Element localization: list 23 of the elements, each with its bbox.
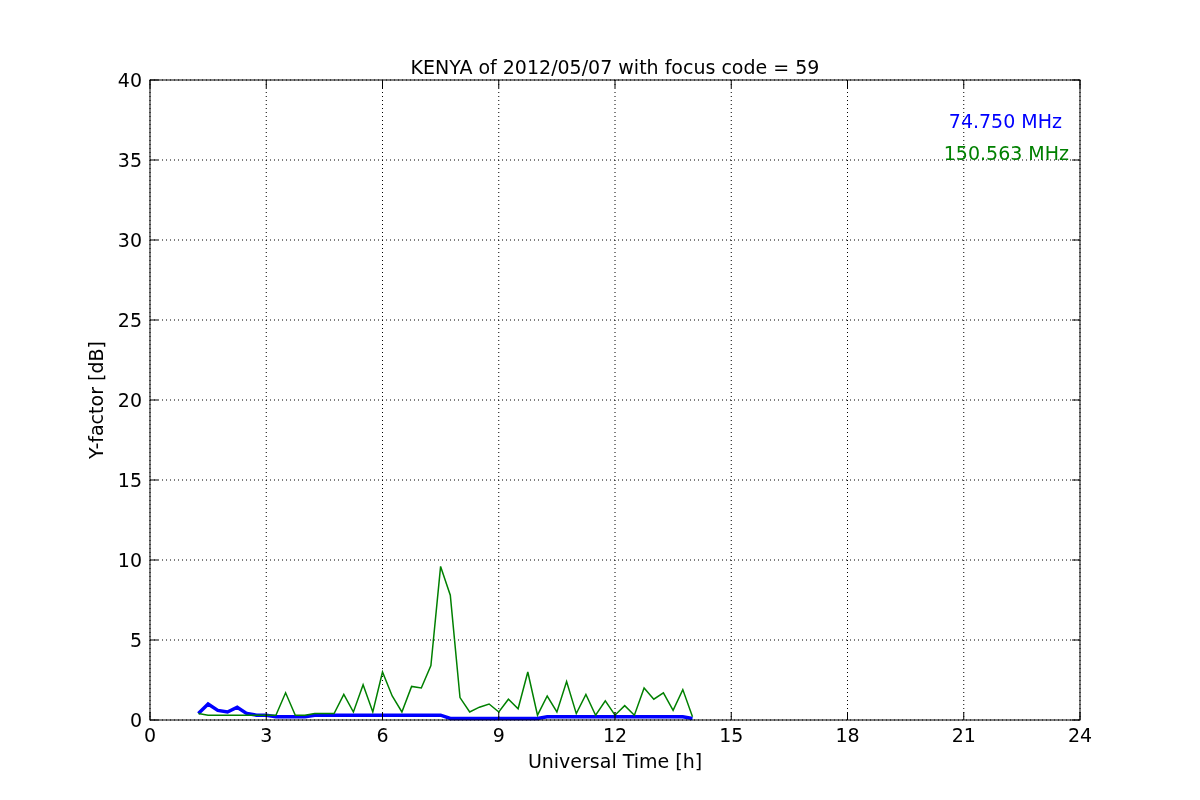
chart-title: KENYA of 2012/05/07 with focus code = 59 (410, 56, 820, 78)
tick-label: 21 (951, 724, 976, 746)
legend-label: 74.750 MHz (948, 110, 1062, 132)
tick-label: 35 (117, 149, 142, 171)
tick-label: 6 (376, 724, 389, 746)
tick-label: 15 (719, 724, 744, 746)
tick-label: 24 (1067, 724, 1093, 746)
tick-label: 3 (260, 724, 273, 746)
tick-label: 25 (117, 309, 142, 331)
tick-label: 15 (117, 469, 142, 491)
tick-label: 18 (835, 724, 860, 746)
legend-label: 150.563 MHz (943, 142, 1069, 164)
tick-label: 5 (129, 629, 142, 651)
x-axis-label: Universal Time [h] (527, 750, 703, 772)
tick-label: 0 (143, 724, 157, 746)
tick-label: 40 (117, 69, 142, 91)
tick-label: 20 (117, 389, 142, 411)
tick-label: 30 (117, 229, 142, 251)
tick-label: 9 (492, 724, 505, 746)
tick-label: 12 (602, 724, 628, 746)
y-axis-label: Y-factor [dB] (85, 341, 107, 459)
tick-label: 10 (117, 549, 142, 571)
tick-label: 0 (129, 709, 142, 731)
